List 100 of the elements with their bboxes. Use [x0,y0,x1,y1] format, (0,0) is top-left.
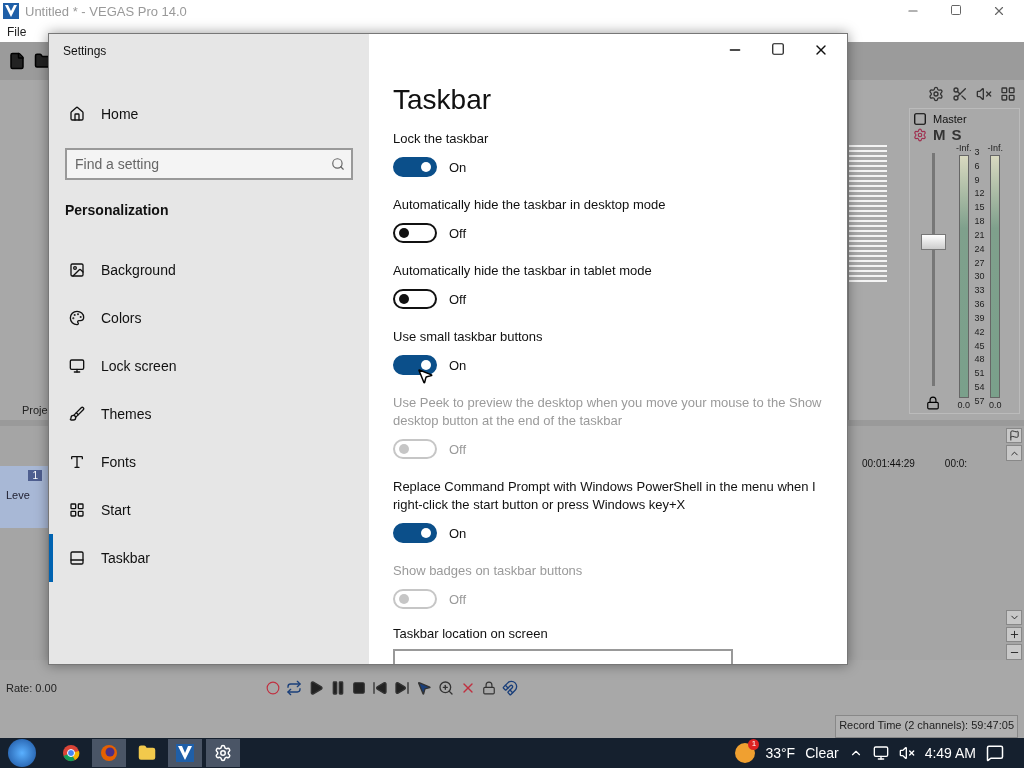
section-heading: Personalization [65,202,170,218]
settings-icon[interactable] [928,86,944,102]
scale-label: 33 [974,285,985,296]
setting-label: Taskbar location on screen [393,626,549,641]
bus-icon[interactable] [913,112,927,126]
peak-label: -Inf. [956,143,972,153]
meter-reading: 0.0 [989,400,1002,410]
taskbar-icon [69,550,85,566]
time-label: 00:0: [944,458,968,471]
previous-icon[interactable] [372,679,388,696]
pause-icon[interactable] [330,679,346,696]
fox-browser-icon [100,744,118,762]
fader-handle[interactable] [920,233,946,250]
search-field[interactable]: Find a setting [65,148,353,180]
scale-label: 39 [974,312,985,323]
clock[interactable]: 4:49 AM [924,745,976,761]
loop-icon[interactable] [286,679,302,696]
magnet-icon[interactable] [502,679,518,696]
taskbar-app[interactable] [168,739,202,767]
toggle-switch[interactable] [393,289,437,309]
zoom-in-button[interactable] [1006,627,1022,643]
menu-item[interactable]: File [7,25,27,39]
setting-label: Automatically hide the taskbar in tablet mode [393,262,653,280]
window-title: Untitled * - VEGAS Pro 14.0 [25,3,187,19]
scale-label: 6 [974,160,981,171]
maximize-icon[interactable] [950,4,962,16]
track-number: 1 [28,470,42,481]
folder-icon [138,744,156,762]
scale-label: 51 [974,368,985,379]
rate-label: Rate: 0.00 [6,681,58,694]
meter-reading: 0.0 [957,400,970,410]
window-title: Settings [63,44,108,58]
scale-label: 21 [974,229,985,240]
setting-label: Use Peek to preview the desktop when you move your mouse to the Show desktop button at the end of the taskbar [393,394,823,430]
scale-label: 12 [974,188,985,199]
toggle-status: Off [449,591,467,607]
font-icon [69,454,85,470]
bus-name: Master [933,113,967,125]
home-icon [69,106,85,122]
stop-icon[interactable] [352,680,366,695]
zoom-icon[interactable] [438,679,454,696]
scale-label: 18 [974,216,985,227]
scale-label: 30 [974,271,985,282]
marker-button[interactable] [1006,428,1022,444]
start-button[interactable] [8,739,36,767]
record-time-status: Record Time (2 channels): 59:47:05 [835,715,1018,738]
nav-item[interactable]: Colors [49,294,369,342]
panel-tab[interactable]: Proje [22,400,48,420]
page-title: Taskbar [393,84,493,116]
lock-icon[interactable] [482,680,496,695]
scale-label: 27 [974,257,985,268]
lock-icon[interactable] [926,396,940,410]
network-icon[interactable] [872,745,889,761]
next-icon[interactable] [394,679,410,696]
nav-item[interactable]: Start [49,486,369,534]
nav-item[interactable]: Background [49,246,369,294]
setting-label: Show badges on taskbar buttons [393,562,584,580]
editor-app-icon [176,744,194,762]
notifications-icon[interactable] [986,744,1004,762]
setting-label: Use small taskbar buttons [393,328,544,346]
notification-badge: 1 [748,739,760,750]
taskbar-app[interactable] [206,739,240,767]
zoom-out-button[interactable] [1006,644,1022,660]
browser-icon [62,744,80,762]
scale-label: 42 [974,326,985,337]
pointer-icon[interactable] [416,679,432,696]
scissors-icon[interactable] [952,86,968,102]
setting-label: Replace Command Prompt with Windows PowerShell in the menu when I right-click the start button or press Windows key+X [393,478,817,514]
toggle-status: Off [449,291,467,307]
nav-item[interactable]: Lock screen [49,342,369,390]
speaker-icon[interactable] [976,86,992,102]
scale-label: 9 [974,174,981,185]
mouse-cursor-icon [416,367,434,385]
search-icon [331,157,345,171]
solo-button[interactable]: S [951,126,962,143]
scale-label: 45 [974,340,985,351]
scale-label: 3 [974,147,981,157]
dropdown[interactable] [393,649,733,664]
nav-item[interactable]: Fonts [49,438,369,486]
mute-button[interactable]: M [933,126,946,143]
nav-item[interactable]: Themes [49,390,369,438]
nav-item[interactable]: Home [49,90,369,138]
toggle-switch[interactable] [393,523,437,543]
toggle-switch[interactable] [393,355,437,375]
play-icon[interactable] [308,679,324,696]
toggle-status: On [449,357,467,373]
scale-label: 48 [974,354,985,365]
toggle-switch[interactable] [393,157,437,177]
setting-label: Automatically hide the taskbar in desktop mode [393,196,667,214]
plus-icon [1008,629,1020,641]
setting-label: Lock the taskbar [393,130,490,148]
new-file-icon[interactable] [8,52,26,70]
palette-icon [69,310,85,326]
grid-icon [69,502,85,518]
settings-icon [214,744,232,762]
volume-muted-icon[interactable] [898,745,915,761]
maximize-icon[interactable] [771,42,785,56]
toggle-switch[interactable] [393,223,437,243]
mixer-icon[interactable] [1000,86,1016,102]
time-label: 00:01:44:29 [862,458,915,471]
